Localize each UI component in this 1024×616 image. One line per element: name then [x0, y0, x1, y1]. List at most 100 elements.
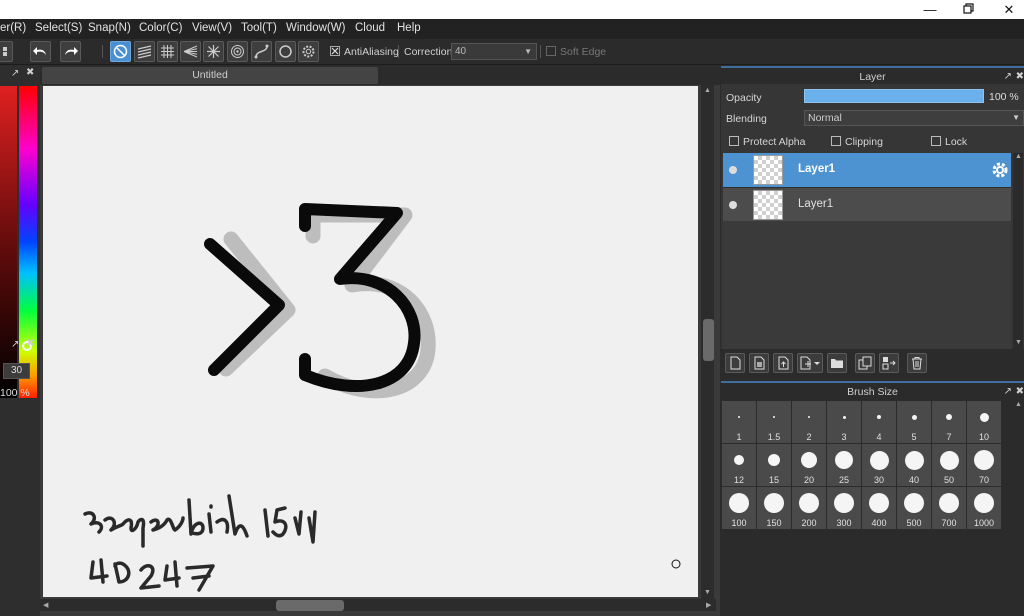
clipping-checkbox[interactable] — [831, 136, 841, 146]
brush-size-cell[interactable]: 1000 — [967, 487, 1001, 529]
hue-slider[interactable] — [19, 86, 37, 398]
brush-size-cell[interactable]: 70 — [967, 444, 1001, 486]
blending-select[interactable]: Normal ▼ — [804, 110, 1024, 126]
brush-size-cell[interactable]: 30 — [862, 444, 896, 486]
menu-tool[interactable]: Tool(T) — [241, 22, 277, 34]
merge-layer-button[interactable] — [879, 353, 899, 373]
popout-icon[interactable]: ↗ — [11, 339, 19, 350]
close-panel-icon[interactable]: ✖ — [26, 67, 34, 78]
popout-icon[interactable]: ↗ — [11, 68, 19, 79]
brush-size-cell[interactable]: 500 — [897, 487, 931, 529]
scroll-down-icon[interactable]: ▼ — [1015, 339, 1022, 346]
panel-toggle-button[interactable] — [0, 41, 13, 62]
snap-settings-button[interactable] — [298, 41, 319, 62]
layer-list-scrollbar[interactable]: ▲ ▼ — [1013, 153, 1023, 349]
snap-ellipse-button[interactable] — [275, 41, 296, 62]
snap-concentric-button[interactable] — [227, 41, 248, 62]
brush-size-cell[interactable]: 5 — [897, 401, 931, 443]
brush-size-cell[interactable]: 100 — [722, 487, 756, 529]
new-folder-button[interactable] — [827, 353, 847, 373]
soft-edge-label: Soft Edge — [560, 46, 607, 58]
opacity-slider[interactable] — [804, 89, 984, 103]
close-panel-icon[interactable]: ✖ — [1016, 383, 1024, 401]
scroll-up-icon[interactable]: ▲ — [1015, 153, 1022, 160]
delete-layer-button[interactable] — [907, 353, 927, 373]
menu-select[interactable]: Select(S) — [35, 22, 82, 34]
new-halftone-layer-button[interactable] — [749, 353, 769, 373]
close-panel-icon[interactable]: ✖ — [1016, 68, 1024, 86]
new-layer-button[interactable] — [725, 353, 745, 373]
tab-untitled[interactable]: Untitled — [42, 67, 378, 84]
restore-icon[interactable] — [949, 0, 989, 19]
layer-list: Layer1 Layer1 — [723, 153, 1011, 349]
soft-edge-checkbox[interactable] — [546, 46, 556, 56]
snap-radial-button[interactable] — [203, 41, 224, 62]
brush-size-cell[interactable]: 12 — [722, 444, 756, 486]
lock-checkbox[interactable] — [931, 136, 941, 146]
brush-size-cell[interactable]: 150 — [757, 487, 791, 529]
brush-size-cell[interactable]: 40 — [897, 444, 931, 486]
brush-size-cell[interactable]: 3 — [827, 401, 861, 443]
scroll-down-icon[interactable]: ▼ — [704, 589, 711, 596]
gear-icon[interactable] — [990, 160, 1010, 180]
menu-help[interactable]: Help — [397, 22, 421, 34]
scroll-right-icon[interactable]: ▶ — [706, 601, 711, 609]
layer-row[interactable]: Layer1 — [723, 153, 1011, 187]
scroll-left-icon[interactable]: ◀ — [43, 601, 48, 609]
visibility-icon[interactable] — [729, 166, 737, 174]
new-1bit-layer-button[interactable] — [773, 353, 793, 373]
brush-size-cell[interactable]: 2 — [792, 401, 826, 443]
brush-size-cell[interactable]: 1 — [722, 401, 756, 443]
visibility-icon[interactable] — [729, 201, 737, 209]
add-layer-menu-button[interactable] — [797, 353, 823, 373]
menu-cloud[interactable]: Cloud — [355, 22, 385, 34]
undo-button[interactable] — [30, 41, 51, 62]
correction-select[interactable]: 40 ▼ — [451, 43, 537, 60]
snap-curve-button[interactable] — [251, 41, 272, 62]
menu-layer[interactable]: er(R) — [0, 22, 26, 34]
duplicate-layer-button[interactable] — [855, 353, 875, 373]
minimize-icon[interactable]: — — [910, 0, 950, 19]
brush-size-scrollbar[interactable]: ▲ — [1013, 401, 1023, 616]
brush-size-cell[interactable]: 1.5 — [757, 401, 791, 443]
menu-window[interactable]: Window(W) — [286, 22, 345, 34]
popout-icon[interactable]: ↗ — [1004, 68, 1012, 86]
brush-size-cell[interactable]: 300 — [827, 487, 861, 529]
layer-row[interactable]: Layer1 — [723, 187, 1011, 221]
snap-parallel-button[interactable] — [134, 41, 155, 62]
snap-off-button[interactable] — [110, 41, 131, 62]
antialiasing-checkbox[interactable] — [330, 46, 340, 56]
menu-snap[interactable]: Snap(N) — [88, 22, 131, 34]
canvas-vertical-scrollbar[interactable]: ▲ ▼ — [701, 85, 714, 601]
brush-size-cell[interactable]: 4 — [862, 401, 896, 443]
vertical-scroll-thumb[interactable] — [703, 319, 714, 361]
brush-size-cell[interactable]: 25 — [827, 444, 861, 486]
brush-size-cell[interactable]: 700 — [932, 487, 966, 529]
brush-size-cell[interactable]: 50 — [932, 444, 966, 486]
scroll-up-icon[interactable]: ▲ — [704, 87, 711, 94]
brush-size-cell[interactable]: 15 — [757, 444, 791, 486]
redo-button[interactable] — [60, 41, 81, 62]
scroll-up-icon[interactable]: ▲ — [1015, 401, 1022, 408]
canvas-horizontal-scrollbar[interactable]: ◀ ▶ — [40, 599, 716, 611]
brush-size-cell[interactable]: 20 — [792, 444, 826, 486]
drawing-canvas[interactable] — [43, 86, 698, 597]
close-panel-icon[interactable]: ✖ — [26, 338, 34, 349]
radial-lines-icon — [183, 45, 198, 58]
popout-icon[interactable]: ↗ — [1004, 383, 1012, 401]
brush-size-cell[interactable]: 10 — [967, 401, 1001, 443]
protect-alpha-checkbox[interactable] — [729, 136, 739, 146]
close-icon[interactable]: ✕ — [989, 0, 1024, 19]
brush-size-field[interactable]: 30 — [3, 363, 30, 379]
menu-view[interactable]: View(V) — [192, 22, 232, 34]
color-saturation-area[interactable] — [0, 86, 17, 398]
snap-radial-line-button[interactable] — [180, 41, 201, 62]
snap-grid-button[interactable] — [157, 41, 178, 62]
brush-size-cell[interactable]: 400 — [862, 487, 896, 529]
halftone-page-icon — [754, 356, 765, 370]
brush-size-label: 40 — [908, 475, 919, 485]
brush-size-cell[interactable]: 7 — [932, 401, 966, 443]
horizontal-scroll-thumb[interactable] — [276, 600, 344, 611]
menu-color[interactable]: Color(C) — [139, 22, 182, 34]
brush-size-cell[interactable]: 200 — [792, 487, 826, 529]
